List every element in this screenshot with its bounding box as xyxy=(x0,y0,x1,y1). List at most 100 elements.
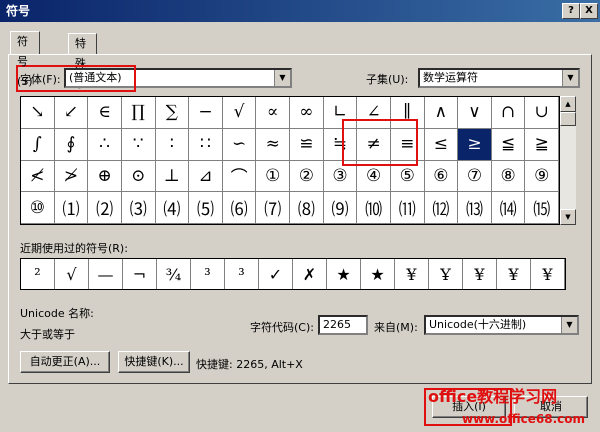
symbol-cell[interactable]: ∝ xyxy=(256,97,290,129)
subset-label: 子集(U): xyxy=(366,73,409,86)
recent-symbol-cell[interactable]: ✓ xyxy=(259,259,293,289)
recent-symbol-cell[interactable]: ³ xyxy=(225,259,259,289)
symbol-cell[interactable]: ⑾ xyxy=(390,192,425,224)
symbol-cell[interactable]: ≌ xyxy=(290,128,324,161)
symbol-grid[interactable]: ↘ ↙ ∈ ∏ ∑ − √ ∝ ∞ ∟ ∠ ∥ ∧ ∨ ∩ ∪ ∫ ∮ ∴ ∵ ∶ ∷ ∽ ≈ ≌ ≒ ≠ ≡ ≤ ≥ ≦ ≧ ≮ ≯ ⊕ ⊙ ⊥ ⊿ ⌒ ①… xyxy=(20,96,560,225)
symbol-cell[interactable]: ∫ xyxy=(21,128,55,161)
symbol-cell[interactable]: ∮ xyxy=(54,128,89,161)
symbol-cell[interactable]: ⑵ xyxy=(88,192,122,224)
recent-symbol-cell[interactable]: ¥ xyxy=(497,259,531,289)
symbol-cell[interactable]: ⑻ xyxy=(290,192,324,224)
symbol-cell[interactable]: ⒁ xyxy=(491,192,526,224)
symbol-cell[interactable]: ⑹ xyxy=(222,192,257,224)
symbol-cell[interactable]: ∵ xyxy=(121,128,156,161)
recent-symbol-cell[interactable]: — xyxy=(89,259,123,289)
symbol-cell[interactable]: ≮ xyxy=(21,160,55,193)
symbol-cell[interactable]: ∩ xyxy=(491,97,526,129)
symbol-cell[interactable]: ⑩ xyxy=(21,192,55,224)
recent-label: 近期使用过的符号(R): xyxy=(20,242,128,255)
symbol-cell[interactable]: ∪ xyxy=(525,97,559,129)
char-code-input[interactable]: 2265 xyxy=(318,315,368,335)
symbol-cell[interactable]: ≧ xyxy=(525,128,559,161)
symbol-cell[interactable]: ⑽ xyxy=(357,192,391,224)
symbol-cell[interactable]: ∞ xyxy=(290,97,324,129)
symbol-cell[interactable]: ∑ xyxy=(155,97,190,129)
shortcut-key-button[interactable]: 快捷键(K)... xyxy=(118,351,190,373)
chevron-down-icon[interactable]: ▼ xyxy=(274,70,290,86)
tab-symbols[interactable]: 符号(S) xyxy=(10,31,40,88)
symbol-cell[interactable]: √ xyxy=(222,97,257,129)
symbol-cell[interactable]: ∶ xyxy=(155,128,190,161)
recent-symbol-cell[interactable]: ★ xyxy=(361,259,395,289)
symbol-cell[interactable]: ∨ xyxy=(458,97,492,129)
watermark-title: office教程学习网 xyxy=(428,387,558,406)
autocorrect-button[interactable]: 自动更正(A)... xyxy=(20,351,110,373)
symbol-cell[interactable]: ⑶ xyxy=(121,192,156,224)
symbol-cell[interactable]: ① xyxy=(256,160,290,193)
recent-symbol-cell[interactable]: ¥ xyxy=(395,259,429,289)
symbol-cell[interactable]: ↙ xyxy=(54,97,89,129)
unicode-name-value: 大于或等于 xyxy=(20,328,75,341)
symbol-cell[interactable]: ⑨ xyxy=(525,160,559,193)
from-label: 来自(M): xyxy=(374,321,418,334)
symbol-cell[interactable]: ⑥ xyxy=(424,160,459,193)
unicode-name-label: Unicode 名称: xyxy=(20,307,94,320)
grid-scrollbar[interactable]: ▲ ▼ xyxy=(560,96,576,225)
symbol-cell[interactable]: ⌒ xyxy=(222,160,257,193)
recent-symbol-cell[interactable]: ✗ xyxy=(293,259,327,289)
recent-symbol-cell[interactable]: ¥ xyxy=(463,259,497,289)
subset-select[interactable]: 数学运算符 ▼ xyxy=(418,68,580,88)
symbol-cell[interactable]: ≈ xyxy=(256,128,290,161)
symbol-cell[interactable]: ⊿ xyxy=(189,160,223,193)
from-select[interactable]: Unicode(十六进制) ▼ xyxy=(424,315,579,335)
symbol-cell[interactable]: ⊙ xyxy=(121,160,156,193)
symbol-cell[interactable]: ⊥ xyxy=(155,160,190,193)
symbol-cell[interactable]: ∧ xyxy=(424,97,459,129)
symbol-cell[interactable]: ⑼ xyxy=(323,192,358,224)
symbol-cell[interactable]: − xyxy=(189,97,223,129)
symbol-cell[interactable]: ⑺ xyxy=(256,192,290,224)
symbol-cell[interactable]: ∴ xyxy=(88,128,122,161)
symbol-cell-selected[interactable]: ≥ xyxy=(458,128,492,161)
title-bar: 符号 ? X xyxy=(0,0,600,22)
symbol-cell[interactable]: ≦ xyxy=(491,128,526,161)
chevron-down-icon[interactable]: ▼ xyxy=(561,317,577,333)
subset-value: 数学运算符 xyxy=(423,71,478,84)
help-button[interactable]: ? xyxy=(562,3,580,19)
symbol-cell[interactable]: ⒂ xyxy=(525,192,559,224)
symbol-cell[interactable]: ∷ xyxy=(189,128,223,161)
symbol-cell[interactable]: ↘ xyxy=(21,97,55,129)
recent-symbol-cell[interactable]: ¬ xyxy=(123,259,157,289)
symbol-cell[interactable]: ⑧ xyxy=(491,160,526,193)
shortcut-info: 快捷键: 2265, Alt+X xyxy=(196,358,303,371)
symbol-cell[interactable]: ⒀ xyxy=(458,192,492,224)
char-code-label: 字符代码(C): xyxy=(250,321,314,334)
symbol-cell[interactable]: ⑷ xyxy=(155,192,190,224)
symbol-cell[interactable]: ∈ xyxy=(88,97,122,129)
symbol-cell[interactable]: ⊕ xyxy=(88,160,122,193)
chevron-down-icon[interactable]: ▼ xyxy=(562,70,578,86)
symbol-cell[interactable]: ⑸ xyxy=(189,192,223,224)
recent-symbol-cell[interactable]: √ xyxy=(55,259,89,289)
symbol-cell[interactable]: ≯ xyxy=(54,160,89,193)
symbol-cell[interactable]: ⑴ xyxy=(54,192,89,224)
from-value: Unicode(十六进制) xyxy=(429,318,527,331)
recent-symbols[interactable]: ² √ — ¬ ¾ ³ ³ ✓ ✗ ★ ★ ¥ Ұ ¥ ¥ ¥ xyxy=(20,258,566,290)
symbol-cell[interactable]: ∏ xyxy=(121,97,156,129)
symbol-cell[interactable]: ≤ xyxy=(424,128,459,161)
recent-symbol-cell[interactable]: ² xyxy=(21,259,55,289)
scroll-thumb[interactable] xyxy=(560,112,576,126)
recent-symbol-cell[interactable]: ¥ xyxy=(531,259,565,289)
scroll-down-icon[interactable]: ▼ xyxy=(560,209,576,225)
recent-symbol-cell[interactable]: Ұ xyxy=(429,259,463,289)
recent-symbol-cell[interactable]: ¾ xyxy=(157,259,191,289)
symbol-cell[interactable]: ⑿ xyxy=(424,192,459,224)
symbol-cell[interactable]: ② xyxy=(290,160,324,193)
tab-special-characters[interactable]: 特殊字符(P) xyxy=(68,33,98,130)
scroll-up-icon[interactable]: ▲ xyxy=(560,96,576,112)
recent-symbol-cell[interactable]: ³ xyxy=(191,259,225,289)
symbol-cell[interactable]: ∽ xyxy=(222,128,257,161)
recent-symbol-cell[interactable]: ★ xyxy=(327,259,361,289)
symbol-cell[interactable]: ⑦ xyxy=(458,160,492,193)
close-button[interactable]: X xyxy=(580,3,598,19)
